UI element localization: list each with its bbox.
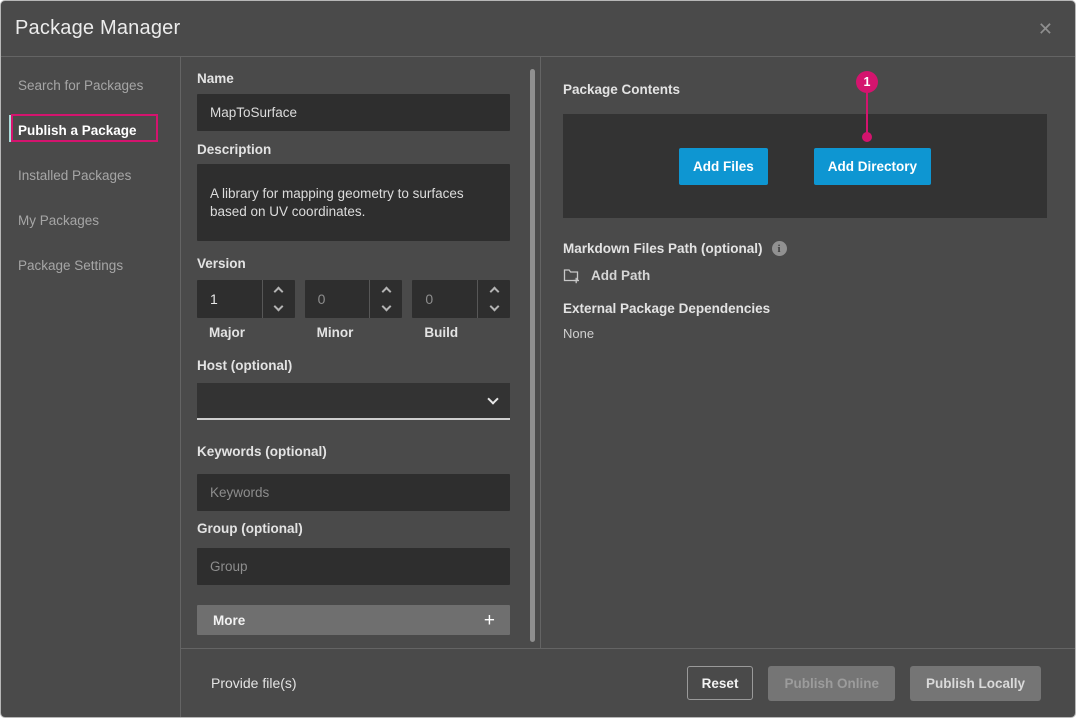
build-version-spin-buttons[interactable] (477, 280, 510, 318)
build-version-stepper[interactable]: 0 (412, 280, 510, 318)
build-caption: Build (412, 326, 510, 340)
major-version-spin-buttons[interactable] (262, 280, 295, 318)
package-contents-dropzone: Add Files Add Directory (563, 114, 1047, 218)
markdown-path-row: Markdown Files Path (optional) i (563, 241, 1047, 256)
chevron-down-icon[interactable] (381, 302, 391, 312)
add-path-button[interactable]: Add Path (563, 267, 650, 284)
title-bar: Package Manager ✕ (1, 1, 1075, 57)
content-columns: Name Description A library for mapping g… (181, 57, 1075, 648)
sidebar-item-publish-a-package[interactable]: Publish a Package (1, 108, 180, 153)
reset-button[interactable]: Reset (687, 666, 754, 700)
chevron-up-icon[interactable] (381, 287, 391, 297)
major-version-value[interactable]: 1 (197, 280, 262, 318)
chevron-down-icon (487, 393, 498, 404)
minor-version-value[interactable]: 0 (305, 280, 370, 318)
dependencies-value: None (563, 326, 1047, 341)
chevron-up-icon[interactable] (274, 287, 284, 297)
dialog-title: Package Manager (15, 17, 180, 40)
minor-version-spin-buttons[interactable] (369, 280, 402, 318)
markdown-path-label: Markdown Files Path (optional) (563, 241, 763, 256)
dialog-body: Search for Packages Publish a Package In… (1, 57, 1075, 717)
add-directory-button[interactable]: Add Directory (814, 148, 931, 185)
footer-bar: Provide file(s) Reset Publish Online Pub… (181, 648, 1075, 717)
more-label: More (213, 613, 245, 628)
keywords-label: Keywords (optional) (197, 445, 510, 459)
build-version-value[interactable]: 0 (412, 280, 477, 318)
sidebar-item-search-for-packages[interactable]: Search for Packages (1, 63, 180, 108)
version-captions: Major Minor Build (197, 326, 510, 340)
sidebar-item-label: Search for Packages (18, 78, 143, 93)
name-input[interactable] (197, 94, 510, 131)
version-label: Version (197, 257, 510, 271)
group-input[interactable] (197, 548, 510, 585)
add-files-button[interactable]: Add Files (679, 148, 768, 185)
close-icon[interactable]: ✕ (1038, 20, 1053, 38)
host-dropdown[interactable] (197, 383, 510, 420)
name-label: Name (197, 72, 510, 86)
sidebar-item-installed-packages[interactable]: Installed Packages (1, 153, 180, 198)
group-label: Group (optional) (197, 522, 510, 536)
add-path-label: Add Path (591, 268, 650, 283)
annotation-pointer-dot (862, 132, 872, 142)
package-contents-panel: Package Contents Add Files Add Directory… (541, 57, 1075, 648)
chevron-down-icon[interactable] (489, 302, 499, 312)
status-text: Provide file(s) (211, 675, 297, 691)
major-caption: Major (197, 326, 295, 340)
annotation-pointer-line (866, 92, 868, 133)
sidebar: Search for Packages Publish a Package In… (1, 57, 181, 717)
sidebar-item-my-packages[interactable]: My Packages (1, 198, 180, 243)
form-scrollbar[interactable] (530, 69, 535, 642)
sidebar-item-label: Publish a Package (18, 123, 137, 138)
sidebar-item-label: Package Settings (18, 258, 123, 273)
active-item-indicator (9, 115, 13, 142)
sidebar-item-label: My Packages (18, 213, 99, 228)
plus-icon: + (484, 611, 495, 630)
major-version-stepper[interactable]: 1 (197, 280, 295, 318)
sidebar-item-label: Installed Packages (18, 168, 131, 183)
description-textarea[interactable]: A library for mapping geometry to surfac… (197, 164, 510, 241)
info-icon[interactable]: i (772, 241, 787, 256)
footer-buttons: Reset Publish Online Publish Locally (687, 666, 1041, 701)
publish-form: Name Description A library for mapping g… (181, 57, 541, 648)
dependencies-heading: External Package Dependencies (563, 301, 1047, 316)
package-manager-dialog: Package Manager ✕ Search for Packages Pu… (0, 0, 1076, 718)
main-area: Name Description A library for mapping g… (181, 57, 1075, 717)
keywords-input[interactable] (197, 474, 510, 511)
publish-locally-button[interactable]: Publish Locally (910, 666, 1041, 701)
minor-caption: Minor (305, 326, 403, 340)
annotation-step-badge: 1 (856, 71, 878, 93)
package-contents-heading: Package Contents (563, 82, 1047, 97)
folder-add-icon (563, 267, 581, 284)
chevron-up-icon[interactable] (489, 287, 499, 297)
publish-online-button[interactable]: Publish Online (768, 666, 895, 701)
host-label: Host (optional) (197, 359, 510, 373)
more-expander-button[interactable]: More + (197, 605, 510, 635)
chevron-down-icon[interactable] (274, 302, 284, 312)
sidebar-item-package-settings[interactable]: Package Settings (1, 243, 180, 288)
minor-version-stepper[interactable]: 0 (305, 280, 403, 318)
version-steppers: 1 0 (197, 280, 510, 318)
description-label: Description (197, 143, 510, 157)
